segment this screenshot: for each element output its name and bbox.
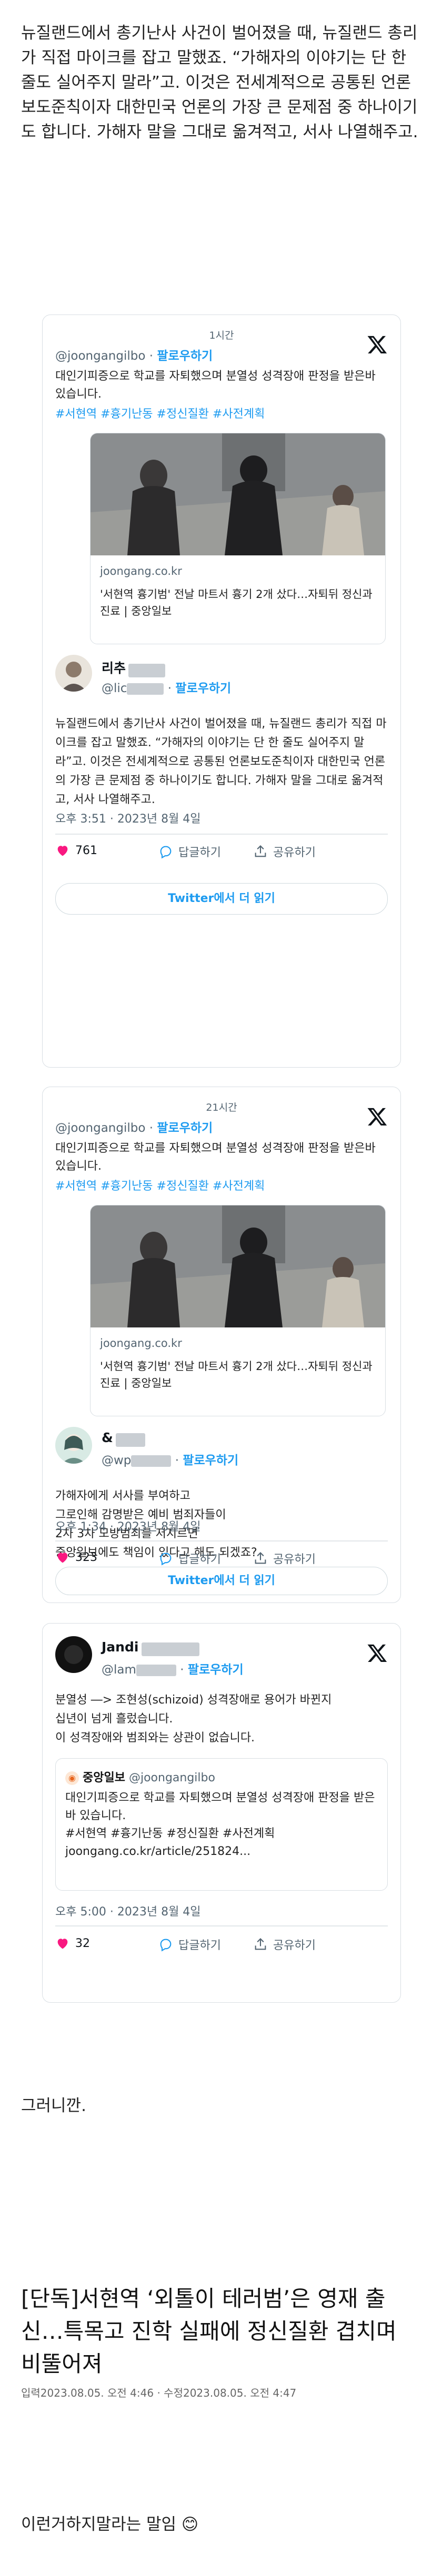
reply-action[interactable]: 답글하기 (158, 1550, 221, 1567)
user-name[interactable]: 리추 (102, 661, 126, 676)
cctv-photo (91, 1205, 385, 1327)
quoted-time-ago: 21시간 (206, 1102, 237, 1113)
article-headline[interactable]: [단독]서현역 ‘외톨이 테러범’은 영재 출신…특목고 진학 실패에 정신질환… (21, 2283, 421, 2380)
user-handle[interactable]: @lam (102, 1663, 136, 1677)
article-meta: 입력2023.08.05. 오전 4:46 · 수정2023.08.05. 오전… (21, 2387, 297, 2399)
share-icon (255, 1938, 266, 1950)
quoted-url: joongang.co.kr/article/251824... (65, 1845, 251, 1858)
like-count: 32 (75, 1936, 90, 1950)
quoted-tweet[interactable]: ◉ 중앙일보 @joongangilbo 대인기피증으로 학교를 자퇴했으며 분… (55, 1758, 388, 1891)
quoted-follow-button[interactable]: 팔로우하기 (157, 1121, 213, 1135)
tweet-body-line: 가해자에게 서사를 부여하고 (55, 1489, 190, 1503)
divider (55, 1925, 388, 1926)
redacted-name (115, 1433, 145, 1447)
tweet-body: 분열성 ―> 조현성(schizoid) 성격장애로 용어가 바뀐지 십년이 넘… (55, 1691, 388, 1748)
reply-label: 답글하기 (178, 1553, 221, 1566)
redacted-name (128, 663, 166, 677)
follow-button[interactable]: 팔로우하기 (175, 682, 231, 695)
comment-text: 그러니깐. (21, 2096, 86, 2115)
redacted-name (141, 1642, 199, 1656)
like-count: 323 (75, 1550, 97, 1564)
tweet-embed-2[interactable]: 21시간 @joongangilbo · 팔로우하기 대인기피증으로 학교를 자… (42, 1087, 401, 1603)
quoted-hashtags[interactable]: #서현역 #흉기난동 #정신질환 #사전계획 (55, 1178, 388, 1195)
quoted-text: 대인기피증으로 학교를 자퇴했으며 분열성 성격장애 판정을 받은바 있습니다. (65, 1791, 375, 1822)
share-action[interactable]: 공유하기 (253, 1550, 316, 1567)
heart-icon (57, 846, 68, 856)
link-domain: joongang.co.kr (100, 1337, 182, 1350)
x-logo-icon[interactable] (367, 1642, 388, 1664)
joongang-logo-icon: ◉ (65, 1771, 79, 1785)
follow-button[interactable]: 팔로우하기 (188, 1663, 244, 1677)
quoted-text: 대인기피증으로 학교를 자퇴했으며 분열성 성격장애 판정을 받은바 있습니다. (55, 1142, 376, 1173)
like-action[interactable]: 32 (55, 1936, 90, 1951)
tweet-body: 뉴질랜드에서 총기난사 사건이 벌어졌을 때, 뉴질랜드 총리가 직접 마이크를… (55, 717, 387, 806)
link-title: '서현역 흉기범' 전날 마트서 흉기 2개 샀다…자퇴뒤 정신과 진료 | 중… (100, 588, 373, 617)
share-icon (255, 845, 266, 857)
tweet-body-line: 분열성 ―> 조현성(schizoid) 성격장애로 용어가 바뀐지 (55, 1693, 332, 1707)
reply-icon (160, 1553, 172, 1566)
tweet-body-line: 이 성격장애와 범죄와는 상관이 없습니다. (55, 1731, 255, 1745)
avatar[interactable] (55, 1427, 92, 1464)
quoted-text: 대인기피증으로 학교를 자퇴했으며 분열성 성격장애 판정을 받은바 있습니다. (55, 370, 376, 401)
heart-icon (57, 1939, 68, 1949)
tweet-body-line: 십년이 넘게 흘렀습니다. (55, 1712, 173, 1726)
like-count: 761 (75, 844, 97, 857)
share-action[interactable]: 공유하기 (253, 1936, 316, 1953)
reply-action[interactable]: 답글하기 (158, 843, 221, 860)
reply-icon (160, 1939, 172, 1952)
cctv-photo (91, 433, 385, 555)
read-more-button[interactable]: Twitter에서 더 읽기 (55, 883, 388, 915)
follow-button[interactable]: 팔로우하기 (183, 1454, 238, 1467)
user-name[interactable]: & (102, 1430, 113, 1445)
quoted-handle[interactable]: @joongangilbo (55, 349, 145, 363)
reply-label: 답글하기 (178, 846, 221, 859)
quoted-hashtags[interactable]: #서현역 #흉기난동 #정신질환 #사전계획 (55, 405, 388, 423)
link-title: '서현역 흉기범' 전날 마트서 흉기 2개 샀다…자퇴뒤 정신과 진료 | 중… (100, 1360, 373, 1390)
closing-text: 이런거하지말라는 말임 😊 (21, 2515, 199, 2534)
tweet-timestamp[interactable]: 오후 5:00 · 2023년 8월 4일 (55, 1902, 388, 1919)
heart-icon (57, 1553, 68, 1563)
quoted-time-ago: 1시간 (209, 330, 234, 341)
tweet-embed-3[interactable]: Jandi @lam · 팔로우하기 분열성 ―> 조현성(schizoid) … (42, 1623, 401, 2003)
intro-paragraph: 뉴질랜드에서 총기난사 사건이 벌어졌을 때, 뉴질랜드 총리가 직접 마이크를… (21, 24, 418, 141)
share-label: 공유하기 (273, 1939, 316, 1952)
tweet-timestamp[interactable]: 오후 1:34 · 2023년 8월 4일 (55, 1517, 388, 1534)
quoted-hashtags: #서현역 #흉기난동 #정신질환 #사전계획 (65, 1827, 275, 1840)
like-action[interactable]: 761 (55, 843, 97, 858)
user-handle[interactable]: @wp (102, 1454, 131, 1467)
user-name[interactable]: Jandi (102, 1639, 138, 1655)
avatar[interactable] (55, 655, 92, 692)
link-domain: joongang.co.kr (100, 565, 182, 577)
tweet-timestamp[interactable]: 오후 3:51 · 2023년 8월 4일 (55, 809, 388, 826)
share-action[interactable]: 공유하기 (253, 843, 316, 860)
reply-label: 답글하기 (178, 1939, 221, 1952)
share-icon (255, 1552, 266, 1564)
share-label: 공유하기 (273, 1553, 316, 1566)
share-label: 공유하기 (273, 846, 316, 859)
reply-action[interactable]: 답글하기 (158, 1936, 221, 1953)
like-action[interactable]: 323 (55, 1550, 97, 1565)
tweet-embed-1[interactable]: 1시간 @joongangilbo · 팔로우하기 대인기피증으로 학교를 자퇴… (42, 315, 401, 1068)
avatar[interactable] (55, 1636, 92, 1673)
redacted-handle (127, 683, 164, 695)
quoted-handle[interactable]: @joongangilbo (55, 1121, 145, 1135)
quoted-follow-button[interactable]: 팔로우하기 (157, 349, 213, 363)
read-more-button[interactable]: Twitter에서 더 읽기 (55, 1567, 388, 1595)
quoted-name: 중앙일보 (83, 1771, 125, 1784)
divider (55, 1540, 388, 1541)
link-preview-card[interactable]: joongang.co.kr '서현역 흉기범' 전날 마트서 흉기 2개 샀다… (90, 433, 386, 644)
quoted-handle: @joongangilbo (128, 1771, 215, 1784)
tweet-body-line: 중앙일보에도 책임이 있다고 해도 되겠죠? (55, 1546, 257, 1559)
redacted-handle (131, 1455, 172, 1467)
link-preview-card[interactable]: joongang.co.kr '서현역 흉기범' 전날 마트서 흉기 2개 샀다… (90, 1205, 386, 1416)
divider (55, 834, 388, 835)
user-handle[interactable]: @lic (102, 682, 127, 695)
redacted-handle (136, 1664, 176, 1676)
reply-icon (160, 846, 172, 859)
